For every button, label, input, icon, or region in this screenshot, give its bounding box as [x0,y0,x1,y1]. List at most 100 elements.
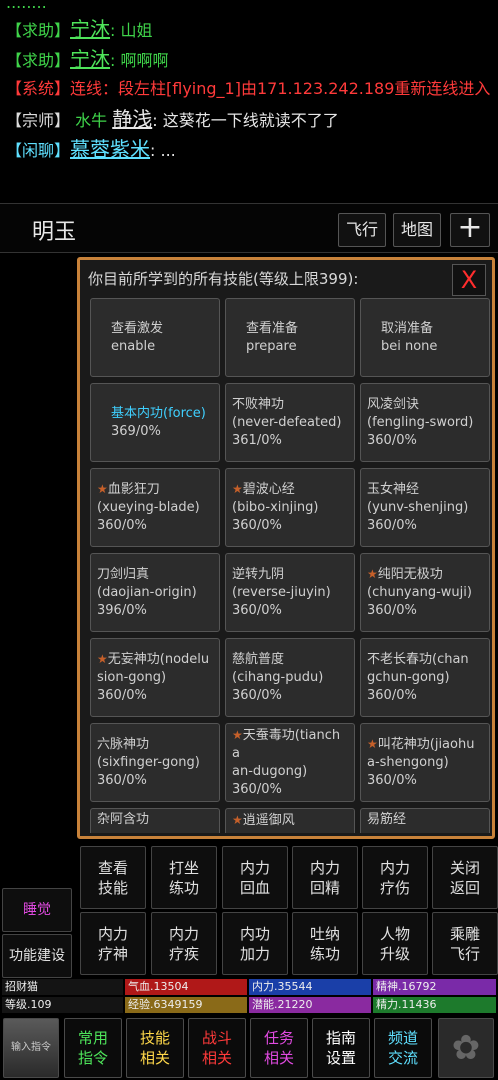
player-name[interactable]: 宁沐 [70,47,110,71]
chat-line: 【求助】宁沐: 啊啊啊 [6,44,498,74]
plus-icon[interactable]: + [450,213,490,247]
chat-message: : 啊啊啊 [110,51,169,70]
channel-tag: 【系统】 [6,79,71,98]
skill-button[interactable]: 易筋经 [360,808,490,833]
location-bar: 明玉 飞行 地图 + [0,203,498,253]
nav-button[interactable]: 常用 指令 [64,1018,122,1078]
skill-name-text: 易筋经 [367,812,407,827]
nav-button[interactable]: 技能 相关 [126,1018,184,1078]
skill-mark-icon: ★ [97,482,108,496]
skill-button[interactable]: 查看准备 prepare [225,298,355,377]
skill-detail: gchun-gong) [367,669,450,685]
skill-name-text: 六脉神功 [97,736,150,752]
skill-name: 不败神功 [232,396,348,414]
chat-log: ........ 【求助】宁沐: 山姐 【求助】宁沐: 啊啊啊 【系统】连线：段… [0,0,498,200]
player-name[interactable]: 慕蓉紫米 [70,137,150,161]
action-label: 人物 [379,924,410,943]
skill-name: ★血影狂刀 [97,480,213,499]
nav-button[interactable]: 频道 交流 [374,1018,432,1078]
skill-mark-icon: ★ [367,567,378,581]
skill-button[interactable]: 杂阿含功 [90,808,220,833]
skill-button[interactable]: 取消准备 bei none [360,298,490,377]
player-name[interactable]: 宁沐 [70,17,110,41]
action-button[interactable]: 内力 回精 [292,846,358,909]
action-button[interactable]: 关闭 返回 [432,846,498,909]
skill-grid: 查看激发 enable 查看准备 prepare 取消准备 bei none 基本内功(fo… [90,298,492,833]
skill-name-text: 不败神功 [232,396,285,412]
chat-line: 【求助】宁沐: 山姐 [6,14,498,44]
skill-button[interactable]: 逆转九阴 (reverse-jiuyin) 360/0% [225,553,355,632]
action-button[interactable]: 查看 技能 [80,846,146,909]
player-name[interactable]: 静浅 [112,107,152,131]
skill-name-text: 基本内功(force) [111,405,206,421]
input-command-button[interactable]: 输入指令 [3,1018,59,1078]
action-label: 打坐 [168,858,199,877]
action-button[interactable]: 人物 升级 [362,912,428,975]
nav-label: 相关 [139,1049,170,1067]
skill-button[interactable]: 六脉神功 (sixfinger-gong) 360/0% [90,723,220,802]
spirit-bar: 精神.16792 [373,979,496,995]
skill-detail: (chunyang-wuji) [367,585,472,600]
action-button[interactable]: 吐纳 练功 [292,912,358,975]
skill-name-text: 查看激发 [111,320,164,336]
neili-bar: 内力.35544 [249,979,371,995]
skill-button[interactable]: ★无妄神功(nodelu sion-gong) 360/0% [90,638,220,717]
skill-detail: (reverse-jiuyin) [232,584,331,600]
skill-button[interactable]: 不败神功 (never-defeated) 361/0% [225,383,355,462]
action-button[interactable]: 内力 回血 [222,846,288,909]
skill-button[interactable]: 慈航普度 (cihang-pudu) 360/0% [225,638,355,717]
action-label: 加力 [239,944,270,963]
chat-line: 【闲聊】慕蓉紫米: ... [6,134,498,164]
nav-button[interactable]: 战斗 相关 [188,1018,246,1078]
energy-bar: 精力.11436 [373,997,496,1013]
skill-button[interactable]: ★叫花神功(jiaohu a-shengong) 360/0% [360,723,490,802]
skill-detail: 369/0% [111,423,161,439]
nav-button[interactable]: 指南 设置 [312,1018,370,1078]
action-label: 回精 [309,878,340,897]
map-button[interactable]: 地图 [393,213,441,247]
skill-button[interactable]: 查看激发 enable [90,298,220,377]
nav-button[interactable]: 任务 相关 [250,1018,308,1078]
skill-button[interactable]: ★血影狂刀 (xueying-blade) 360/0% [90,468,220,547]
skill-button[interactable]: 基本内功(force) 369/0% [90,383,220,462]
hp-bar: 气血.13504 [125,979,247,995]
level-label: 等级.109 [2,997,123,1013]
skill-name: ★逍遥御风 [232,811,348,830]
skill-name-text: 玉女神经 [367,481,420,497]
gear-icon[interactable]: ✿ [438,1018,494,1078]
action-button[interactable]: 内力 疗疾 [151,912,217,975]
skill-button[interactable]: ★碧波心经 (bibo-xinjing) 360/0% [225,468,355,547]
room-area [0,253,75,843]
action-button[interactable]: 内功 加力 [222,912,288,975]
skill-button[interactable]: 风凌剑诀 (fengling-sword) 360/0% [360,383,490,462]
skill-name-text: 无妄神功(nodelu [107,652,210,667]
chat-message: : 山姐 [110,21,153,40]
chat-message: 连线：段左柱[flying_1]由171.123.242.189重新连线进入 [70,79,491,98]
action-label: 练功 [309,944,340,963]
fly-button[interactable]: 飞行 [338,213,386,247]
action-label: 疗神 [97,944,128,963]
skill-detail: (yunv-shenjing) [367,499,469,515]
skill-detail: (sixfinger-gong) [97,754,200,770]
skill-detail: (fengling-sword) [367,414,474,430]
skill-name-text: 取消准备 [381,320,434,336]
nav-label: 设置 [325,1049,356,1067]
skill-button[interactable]: 玉女神经 (yunv-shenjing) 360/0% [360,468,490,547]
action-button[interactable]: 打坐 练功 [151,846,217,909]
dialog-title: 你目前所学到的所有技能(等级上限399): [88,270,359,288]
skill-name: 易筋经 [367,811,483,829]
action-button[interactable]: 乘雕 飞行 [432,912,498,975]
action-button[interactable]: 内力 疗神 [80,912,146,975]
skill-name-text: 纯阳无极功 [377,567,443,582]
chat-line: 【宗师】 水牛 静浅: 这葵花一下线就读不了了 [6,104,498,134]
skill-button[interactable]: 刀剑归真 (daojian-origin) 396/0% [90,553,220,632]
skill-button[interactable]: 不老长春功(chan gchun-gong) 360/0% [360,638,490,717]
skill-button[interactable]: ★纯阳无极功 (chunyang-wuji) 360/0% [360,553,490,632]
action-button[interactable]: 内力 疗伤 [362,846,428,909]
action-label: 疗疾 [168,944,199,963]
action-label: 查看 [97,858,128,877]
skill-name: ★无妄神功(nodelu [97,650,213,669]
skill-button[interactable]: ★逍遥御风 [225,808,355,833]
close-icon[interactable]: X [452,264,486,296]
skill-button[interactable]: ★天蚕毒功(tiancha an-dugong) 360/0% [225,723,355,802]
